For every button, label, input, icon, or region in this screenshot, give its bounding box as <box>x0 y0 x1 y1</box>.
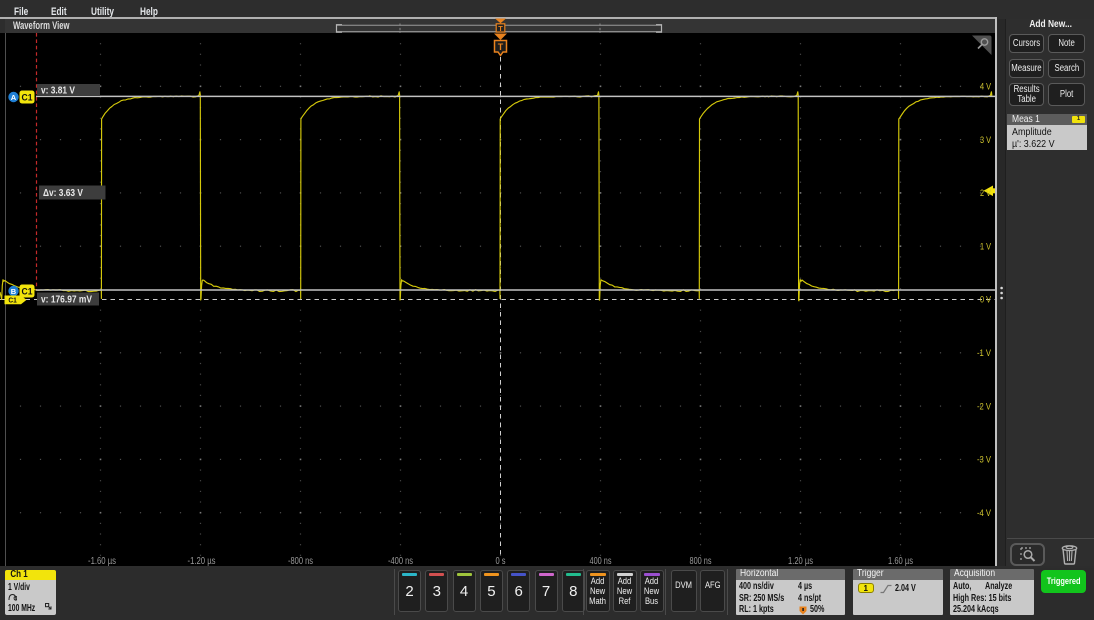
svg-text:T: T <box>498 24 503 33</box>
svg-text:-4 V: -4 V <box>977 508 991 518</box>
svg-text:2 V: 2 V <box>980 188 991 198</box>
svg-text:Δv: 3.63 V: Δv: 3.63 V <box>43 187 83 199</box>
svg-text:0 V: 0 V <box>980 295 991 305</box>
svg-text:-400 ns: -400 ns <box>388 556 413 566</box>
svg-text:800 ns: 800 ns <box>690 556 712 566</box>
svg-text:C1: C1 <box>8 298 17 305</box>
svg-text:A: A <box>11 93 17 102</box>
svg-text:v: 3.81 V: v: 3.81 V <box>41 86 75 97</box>
svg-text:-3 V: -3 V <box>977 455 991 465</box>
svg-text:v: 176.97 mV: v: 176.97 mV <box>41 295 92 306</box>
svg-text:1.20 µs: 1.20 µs <box>788 556 813 566</box>
svg-text:0 s: 0 s <box>496 556 506 566</box>
svg-text:3 V: 3 V <box>980 135 991 145</box>
svg-text:400 ns: 400 ns <box>590 556 612 566</box>
svg-text:1.60 µs: 1.60 µs <box>888 556 913 566</box>
svg-text:-2 V: -2 V <box>977 401 991 411</box>
svg-text:C1: C1 <box>22 286 33 296</box>
svg-text:C1: C1 <box>22 92 33 102</box>
svg-text:-800 ns: -800 ns <box>288 556 313 566</box>
svg-text:4 V: 4 V <box>980 82 991 92</box>
svg-text:-1.60 µs: -1.60 µs <box>88 556 116 566</box>
svg-text:1 V: 1 V <box>980 241 991 251</box>
svg-text:-1.20 µs: -1.20 µs <box>188 556 216 566</box>
svg-text:T: T <box>498 42 504 52</box>
svg-text:-1 V: -1 V <box>977 348 991 358</box>
svg-text:B: B <box>11 287 17 296</box>
